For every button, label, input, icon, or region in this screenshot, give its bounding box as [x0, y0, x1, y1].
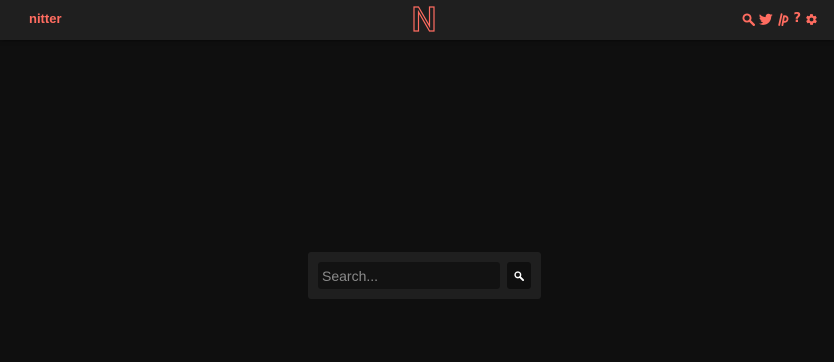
- search-button-icon: [514, 270, 524, 281]
- rss-icon[interactable]: [777, 12, 789, 26]
- nitter-logo[interactable]: [411, 4, 437, 34]
- nav-icon-group: ?: [742, 12, 818, 26]
- top-navbar: nitter ?: [0, 0, 834, 40]
- gear-icon[interactable]: [805, 12, 818, 26]
- site-name-link[interactable]: nitter: [29, 11, 62, 27]
- search-button[interactable]: [507, 262, 531, 289]
- twitter-bird-icon[interactable]: [759, 12, 774, 26]
- search-input[interactable]: [318, 262, 500, 289]
- search-panel: [308, 252, 541, 299]
- help-icon[interactable]: ?: [793, 12, 801, 26]
- search-icon[interactable]: [742, 12, 756, 26]
